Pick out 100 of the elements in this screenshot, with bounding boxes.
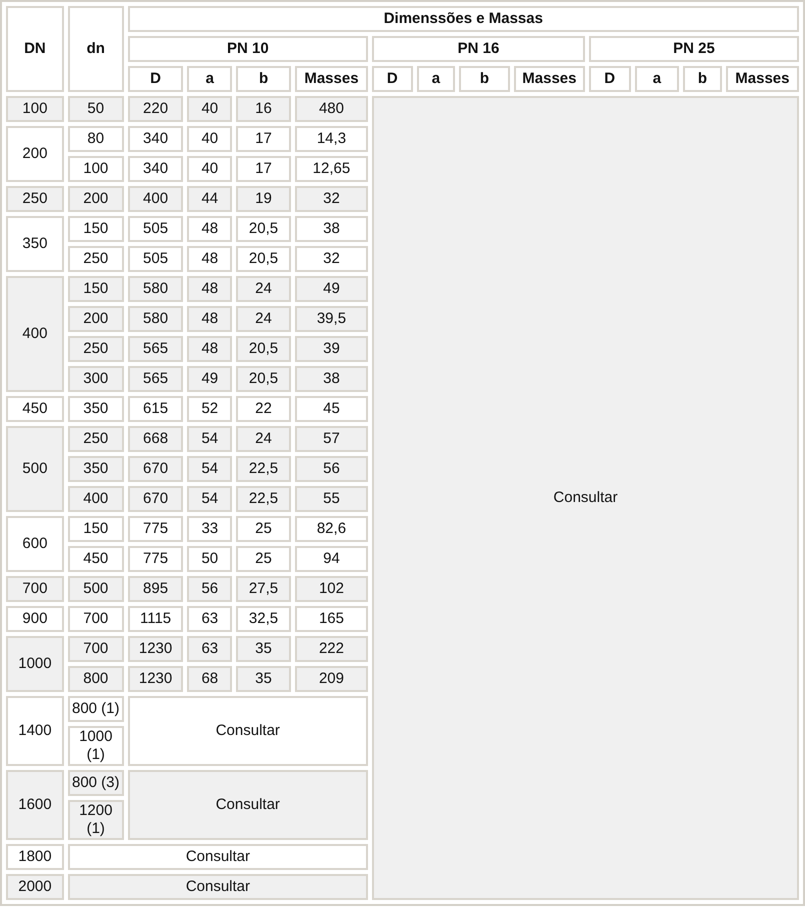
table-cell: 17 [236,126,291,152]
table-cell: 55 [294,486,368,512]
table-cell: 1000 (1) [68,726,124,766]
table-cell: 24 [236,426,291,452]
table-cell: Consultar [128,696,368,766]
table-cell: 80 [68,126,124,152]
table-cell: 19 [236,186,291,212]
table-cell: 32 [294,186,368,212]
table-cell: 300 [68,366,124,392]
column-header: Masses [514,66,585,92]
table-cell: 1000 [6,636,64,692]
table-cell: 39,5 [294,306,368,332]
table-cell: 775 [128,546,184,572]
table-cell: 54 [187,486,232,512]
table-cell: 250 [68,246,124,272]
table-cell: 94 [294,546,368,572]
table-cell: 54 [187,456,232,482]
table-cell: 600 [6,516,64,572]
column-header: PN 10 [128,36,368,62]
table-cell: 16 [236,96,291,122]
table-cell: 565 [128,336,184,362]
table-cell: 800 (1) [68,696,124,722]
table-cell: 400 [128,186,184,212]
table-cell: 340 [128,156,184,182]
table-cell: 565 [128,366,184,392]
column-header: b [236,66,291,92]
table-cell: 350 [6,216,64,272]
table-cell: 670 [128,486,184,512]
table-cell: 165 [294,606,368,632]
table-cell: 40 [187,96,232,122]
table-cell: 49 [294,276,368,302]
table-cell: Consultar [68,844,368,870]
table-cell: 700 [68,636,124,662]
column-header: Masses [726,66,799,92]
table-cell: 22,5 [236,486,291,512]
table-cell: 250 [6,186,64,212]
table-cell: Consultar [372,96,799,900]
table-cell: 350 [68,456,124,482]
table-cell: 20,5 [236,246,291,272]
table-cell: 340 [128,126,184,152]
table-cell: 20,5 [236,336,291,362]
column-header: Dimenssões e Massas [128,6,799,32]
table-cell: 250 [68,426,124,452]
table-cell: 2000 [6,874,64,900]
table-cell: 39 [294,336,368,362]
table-cell: 24 [236,276,291,302]
column-header: a [416,66,456,92]
table-cell: 800 (3) [68,770,124,796]
column-header: Masses [294,66,368,92]
table-cell: 900 [6,606,64,632]
table-cell: 38 [294,366,368,392]
table-cell: 40 [187,156,232,182]
table-cell: 200 [68,306,124,332]
table-cell: 50 [68,96,124,122]
table-cell: 580 [128,276,184,302]
table-cell: 22,5 [236,456,291,482]
table-cell: 700 [68,606,124,632]
table-cell: 45 [294,396,368,422]
table-cell: 102 [294,576,368,602]
table-cell: 775 [128,516,184,542]
column-header: D [128,66,184,92]
table-cell: 35 [236,666,291,692]
table-cell: 48 [187,216,232,242]
table-cell: 450 [68,546,124,572]
column-header: a [187,66,232,92]
column-header: PN 16 [372,36,585,62]
table-cell: 220 [128,96,184,122]
table-cell: 250 [68,336,124,362]
table-cell: 400 [6,276,64,392]
table-cell: 25 [236,546,291,572]
table-cell: 580 [128,306,184,332]
table-cell: 400 [68,486,124,512]
column-header: dn [68,6,124,92]
column-header: D [372,66,413,92]
table-cell: 32,5 [236,606,291,632]
table-cell: 27,5 [236,576,291,602]
table-cell: 63 [187,636,232,662]
table-cell: 150 [68,516,124,542]
table-cell: 100 [6,96,64,122]
table-cell: 48 [187,246,232,272]
column-header: D [588,66,631,92]
table-cell: 1115 [128,606,184,632]
table-cell: 40 [187,126,232,152]
table-cell: 63 [187,606,232,632]
table-cell: 48 [187,306,232,332]
table-cell: 1600 [6,770,64,840]
table-cell: 505 [128,216,184,242]
column-header: b [459,66,510,92]
table-cell: 25 [236,516,291,542]
table-cell: 1230 [128,666,184,692]
table-cell: 52 [187,396,232,422]
table-cell: 54 [187,426,232,452]
table-cell: 56 [294,456,368,482]
table-cell: 32 [294,246,368,272]
column-header: b [683,66,722,92]
table-cell: Consultar [68,874,368,900]
table-cell: 82,6 [294,516,368,542]
table-cell: 450 [6,396,64,422]
table-cell: 500 [6,426,64,512]
table-cell: 800 [68,666,124,692]
